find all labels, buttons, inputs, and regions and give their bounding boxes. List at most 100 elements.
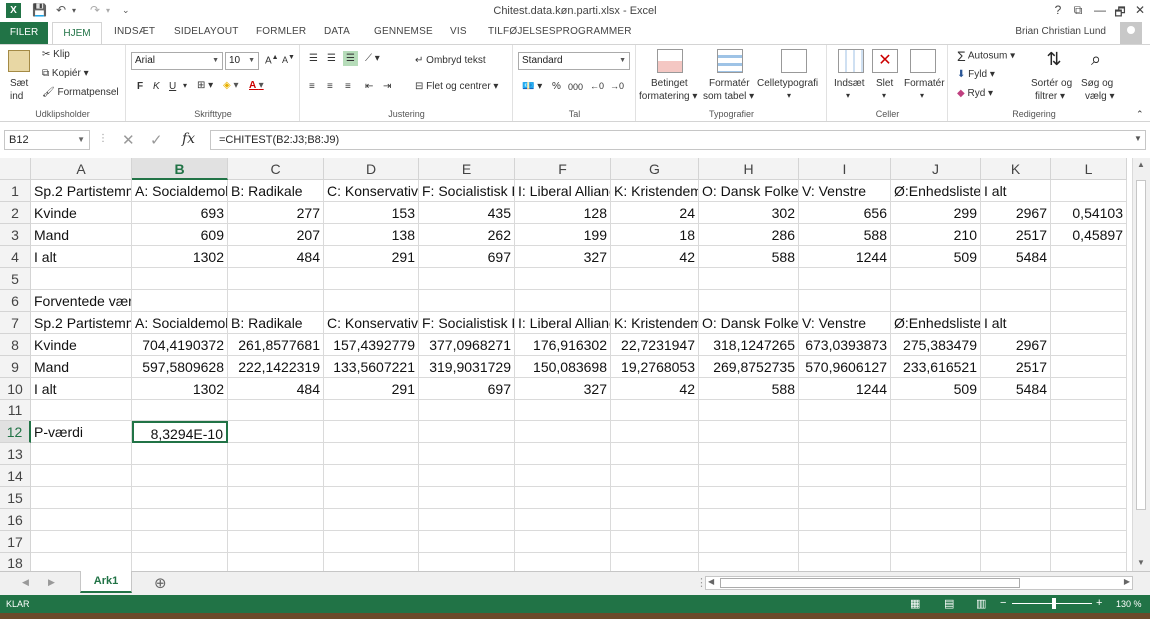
cell-j13[interactable] (891, 443, 981, 465)
cell-k12[interactable] (981, 421, 1051, 443)
cell-d11[interactable] (324, 400, 419, 421)
cell-f12[interactable] (515, 421, 611, 443)
cell-a16[interactable] (31, 509, 132, 531)
cell-k2[interactable]: 2967 (981, 202, 1051, 224)
tab-review[interactable]: GENNEMSE (374, 26, 433, 37)
row-header-8[interactable]: 8 (0, 334, 31, 356)
cell-f15[interactable] (515, 487, 611, 509)
hscroll-right-icon[interactable]: ▶ (1124, 577, 1130, 586)
align-bottom-icon[interactable]: ☰ (343, 51, 358, 66)
cell-k8[interactable]: 2967 (981, 334, 1051, 356)
orientation-icon[interactable]: ⟋ ▾ (365, 53, 380, 64)
cell-k16[interactable] (981, 509, 1051, 531)
column-header-k[interactable]: K (981, 158, 1051, 180)
row-header-5[interactable]: 5 (0, 268, 31, 290)
bold-button[interactable]: F (137, 81, 143, 92)
cell-g4[interactable]: 42 (611, 246, 699, 268)
cell-c15[interactable] (228, 487, 324, 509)
cell-b16[interactable] (132, 509, 228, 531)
cell-c3[interactable]: 207 (228, 224, 324, 246)
tab-home[interactable]: HJEM (52, 22, 102, 45)
cell-b17[interactable] (132, 531, 228, 553)
cell-l2[interactable]: 0,54103 (1051, 202, 1127, 224)
paste-button-label[interactable]: ind (10, 91, 23, 102)
expand-formula-bar-icon[interactable]: ▼ (1134, 134, 1142, 143)
cell-l3[interactable]: 0,45897 (1051, 224, 1127, 246)
cell-f8[interactable]: 176,916302 (515, 334, 611, 356)
cell-d9[interactable]: 133,5607221 (324, 356, 419, 378)
cell-l15[interactable] (1051, 487, 1127, 509)
sort-filter-button[interactable]: Sortér og (1031, 78, 1072, 89)
cell-e17[interactable] (419, 531, 515, 553)
fill-button[interactable]: ⬇ Fyld ▾ (957, 69, 995, 80)
cell-e12[interactable] (419, 421, 515, 443)
column-header-e[interactable]: E (419, 158, 515, 180)
cell-a1[interactable]: Sp.2 Partistemm (31, 180, 132, 202)
cell-k10[interactable]: 5484 (981, 378, 1051, 400)
horizontal-scroll-thumb[interactable] (720, 578, 1020, 588)
avatar[interactable] (1120, 22, 1142, 44)
cell-c2[interactable]: 277 (228, 202, 324, 224)
column-header-i[interactable]: I (799, 158, 891, 180)
cell-g3[interactable]: 18 (611, 224, 699, 246)
tab-view[interactable]: VIS (450, 26, 467, 37)
cell-g5[interactable] (611, 268, 699, 290)
zoom-out-icon[interactable]: − (1000, 597, 1006, 609)
cell-a12[interactable]: P-værdi (31, 421, 132, 443)
cell-c1[interactable]: B: Radikale (228, 180, 324, 202)
font-name-combo[interactable]: Arial ▼ (131, 52, 223, 70)
cell-d17[interactable] (324, 531, 419, 553)
collapse-ribbon-icon[interactable]: ⌃ (1136, 109, 1144, 120)
cell-l8[interactable] (1051, 334, 1127, 356)
cell-e9[interactable]: 319,9031729 (419, 356, 515, 378)
cell-g8[interactable]: 22,7231947 (611, 334, 699, 356)
cell-h16[interactable] (699, 509, 799, 531)
ribbon-display-options-icon[interactable]: ⧉ (1068, 3, 1088, 18)
zoom-in-icon[interactable]: + (1096, 597, 1102, 609)
cell-d13[interactable] (324, 443, 419, 465)
zoom-level[interactable]: 130 % (1116, 599, 1142, 609)
format-dropdown-icon[interactable]: ▾ (920, 91, 924, 100)
cell-f11[interactable] (515, 400, 611, 421)
cell-k13[interactable] (981, 443, 1051, 465)
cell-h15[interactable] (699, 487, 799, 509)
row-header-2[interactable]: 2 (0, 202, 31, 224)
increase-indent-icon[interactable]: ⇥ (383, 81, 391, 92)
cell-b15[interactable] (132, 487, 228, 509)
cell-h14[interactable] (699, 465, 799, 487)
column-header-c[interactable]: C (228, 158, 324, 180)
cell-k18[interactable] (981, 553, 1051, 571)
cell-i9[interactable]: 570,9606127 (799, 356, 891, 378)
delete-cells-button[interactable]: Slet (876, 78, 893, 89)
cell-a7[interactable]: Sp.2 Partistemm (31, 312, 132, 334)
cell-i5[interactable] (799, 268, 891, 290)
fill-color-icon[interactable]: ◈ ▾ (223, 80, 239, 91)
cell-d18[interactable] (324, 553, 419, 571)
autosum-button[interactable]: Σ Autosum ▾ (957, 48, 1015, 64)
column-header-a[interactable]: A (31, 158, 132, 180)
cell-j5[interactable] (891, 268, 981, 290)
format-as-table-button[interactable]: Formatér (709, 78, 750, 89)
cell-k9[interactable]: 2517 (981, 356, 1051, 378)
cell-e10[interactable]: 697 (419, 378, 515, 400)
cell-d8[interactable]: 157,4392779 (324, 334, 419, 356)
cell-f6[interactable] (515, 290, 611, 312)
cell-d16[interactable] (324, 509, 419, 531)
cell-a11[interactable] (31, 400, 132, 421)
cell-g17[interactable] (611, 531, 699, 553)
cell-i15[interactable] (799, 487, 891, 509)
cancel-icon[interactable]: ✕ (122, 131, 135, 149)
cell-e11[interactable] (419, 400, 515, 421)
formula-input[interactable]: =CHITEST(B2:J3;B8:J9) (210, 130, 1146, 150)
cell-d4[interactable]: 291 (324, 246, 419, 268)
cell-b18[interactable] (132, 553, 228, 571)
cell-f17[interactable] (515, 531, 611, 553)
merge-center-button[interactable]: ⊟ Flet og centrer ▾ (415, 81, 498, 92)
format-as-table-label[interactable]: som tabel ▾ (703, 91, 754, 102)
cell-g14[interactable] (611, 465, 699, 487)
cell-c6[interactable] (228, 290, 324, 312)
more-options-icon[interactable]: ⋮ (98, 133, 108, 144)
cell-c7[interactable]: B: Radikale (228, 312, 324, 334)
tab-data[interactable]: DATA (324, 26, 350, 37)
cell-g16[interactable] (611, 509, 699, 531)
